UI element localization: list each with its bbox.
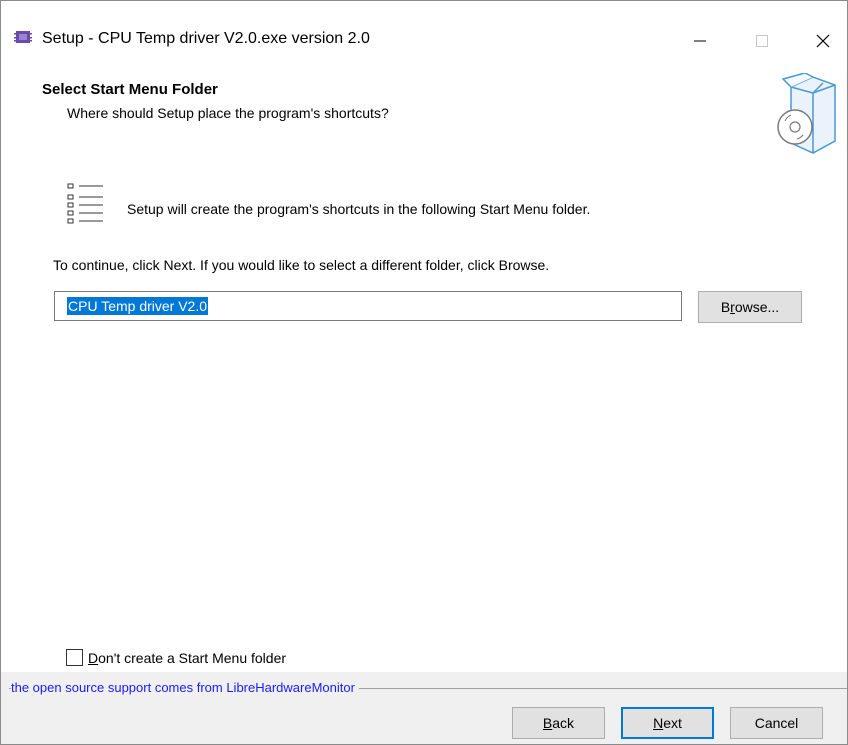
browse-button[interactable]: Br owse...: [698, 291, 802, 323]
setup-window: Setup - CPU Temp driver V2.0.exe version…: [0, 0, 848, 745]
minimize-icon: [694, 40, 706, 42]
maximize-button[interactable]: [738, 17, 786, 65]
minimize-button[interactable]: [676, 17, 724, 65]
no-start-menu-folder-option[interactable]: Don't create a Start Menu folder: [66, 649, 286, 666]
back-label-accel: B: [542, 715, 553, 731]
next-label-accel: N: [653, 715, 664, 731]
folder-input-value: CPU Temp driver V2.0: [67, 297, 209, 315]
start-menu-folder-input[interactable]: CPU Temp driver V2.0: [54, 291, 682, 321]
status-bar: the open source support comes from Libre…: [1, 680, 847, 696]
window-title: Setup - CPU Temp driver V2.0.exe version…: [42, 30, 370, 47]
page-title: Select Start Menu Folder: [42, 81, 218, 98]
software-box-disc-icon: [777, 73, 836, 154]
no-start-menu-folder-checkbox[interactable]: [66, 649, 83, 666]
next-label: ext: [663, 715, 682, 731]
continue-instructions: To continue, click Next. If you would li…: [53, 257, 550, 273]
checkbox-label-accel: D: [88, 649, 99, 666]
next-button[interactable]: Next: [621, 707, 714, 739]
cancel-button[interactable]: Cancel: [730, 707, 823, 739]
back-label: ack: [552, 715, 575, 731]
status-text: the open source support comes from Libre…: [11, 680, 359, 695]
browse-label-post: owse...: [734, 299, 780, 315]
page-subtitle: Where should Setup place the program's s…: [67, 105, 389, 121]
back-button[interactable]: Back: [512, 707, 605, 739]
close-button[interactable]: [799, 17, 847, 65]
title-bar[interactable]: Setup - CPU Temp driver V2.0.exe version…: [1, 1, 847, 73]
close-icon: [816, 34, 830, 48]
cpu-chip-icon: [14, 31, 32, 43]
checkbox-label: on't create a Start Menu folder: [98, 649, 287, 666]
maximize-icon: [756, 35, 768, 47]
cancel-label: Cancel: [754, 715, 799, 731]
start-menu-list-icon: [67, 183, 103, 224]
browse-label-pre: B: [720, 299, 731, 315]
info-text: Setup will create the program's shortcut…: [127, 201, 591, 217]
